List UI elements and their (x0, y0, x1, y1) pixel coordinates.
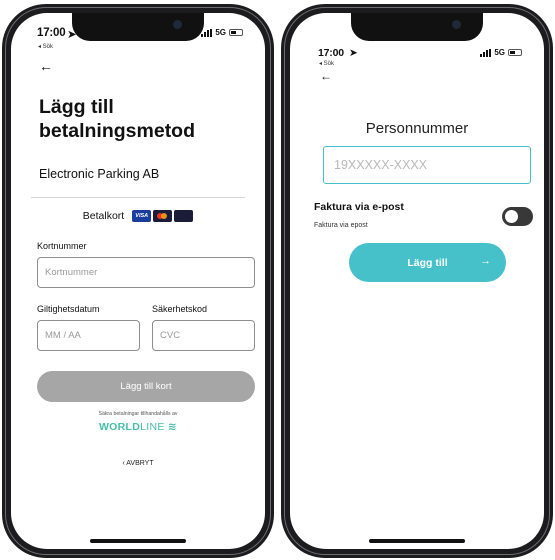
phone-frame-left: 17:00 ➤ ◂ Sök 5G ← Lägg till betalningsme… (2, 4, 274, 558)
cvc-label: Säkerhetskod (152, 304, 208, 314)
secure-payment-note: Säkra betalningar tillhandahålls av (98, 411, 178, 417)
phone-frame-right: 17:00 ➤ ◂ Sök 5G ← Personnummer Faktura v… (281, 4, 553, 558)
mastercard-logo-icon (153, 210, 173, 222)
toggle-knob (505, 210, 518, 223)
status-indicators: 5G (201, 28, 243, 37)
location-arrow-icon: ➤ (67, 29, 77, 41)
back-to-app-link[interactable]: ◂ Sök (319, 60, 334, 67)
payment-screen: 17:00 ➤ ◂ Sök 5G ← Lägg till betalningsme… (11, 13, 265, 549)
home-indicator[interactable] (369, 539, 465, 543)
personnummer-title: Personnummer (365, 120, 469, 137)
expiry-label: Giltighetsdatum (37, 304, 100, 314)
status-time: 17:00 (37, 27, 66, 39)
card-number-input[interactable] (37, 257, 255, 288)
arrow-right-icon: → (480, 255, 491, 267)
status-time: 17:00 (318, 47, 344, 59)
card-number-label: Kortnummer (37, 241, 87, 251)
worldline-wave-icon: ≋ (167, 421, 178, 433)
status-bar: 17:00 ➤ ◂ Sök 5G (290, 13, 544, 67)
merchant-name: Electronic Parking AB (39, 167, 160, 181)
invoice-screen: 17:00 ➤ ◂ Sök 5G ← Personnummer Faktura v… (290, 13, 544, 549)
back-arrow-icon[interactable]: ← (39, 59, 53, 73)
worldline-logo-strong: WORLD (98, 421, 141, 433)
divider (31, 197, 245, 198)
worldline-logo: WORLDLINE ≋ (11, 421, 265, 433)
card-label: Betalkort (82, 210, 125, 222)
invoice-email-toggle[interactable] (502, 207, 533, 226)
visa-logo-icon: VISA (132, 210, 152, 222)
personnummer-input[interactable] (323, 146, 531, 184)
back-arrow-icon[interactable]: ← (320, 69, 332, 83)
location-arrow-icon: ➤ (349, 47, 358, 59)
battery-icon (229, 29, 243, 36)
maestro-logo-icon (174, 210, 194, 222)
invoice-email-sublabel: Faktura via epost (314, 222, 368, 229)
card-types-row: Betalkort VISA (11, 210, 265, 222)
network-type: 5G (494, 48, 505, 57)
back-to-app-link[interactable]: ◂ Sök (38, 43, 53, 50)
home-indicator[interactable] (90, 539, 186, 543)
invoice-email-label: Faktura via e-post (314, 201, 404, 213)
network-type: 5G (215, 28, 226, 37)
signal-icon (480, 48, 492, 57)
status-bar: 17:00 ➤ ◂ Sök 5G (11, 13, 265, 53)
add-button-label: Lägg till (407, 256, 448, 269)
worldline-logo-light: LINE (140, 421, 165, 433)
add-button[interactable]: Lägg till → (349, 243, 506, 282)
add-card-button[interactable]: Lägg till kort (37, 371, 255, 402)
cvc-input[interactable] (152, 320, 255, 351)
cancel-label: AVBRYT (126, 460, 154, 467)
chevron-left-icon: ‹ (122, 460, 125, 467)
card-logos: VISA (132, 210, 194, 222)
cancel-link[interactable]: ‹ AVBRYT (11, 460, 265, 467)
status-indicators: 5G (480, 48, 522, 57)
battery-icon (508, 49, 522, 56)
signal-icon (201, 28, 213, 37)
page-title: Lägg till betalningsmetod (39, 96, 196, 142)
expiry-input[interactable] (37, 320, 140, 351)
